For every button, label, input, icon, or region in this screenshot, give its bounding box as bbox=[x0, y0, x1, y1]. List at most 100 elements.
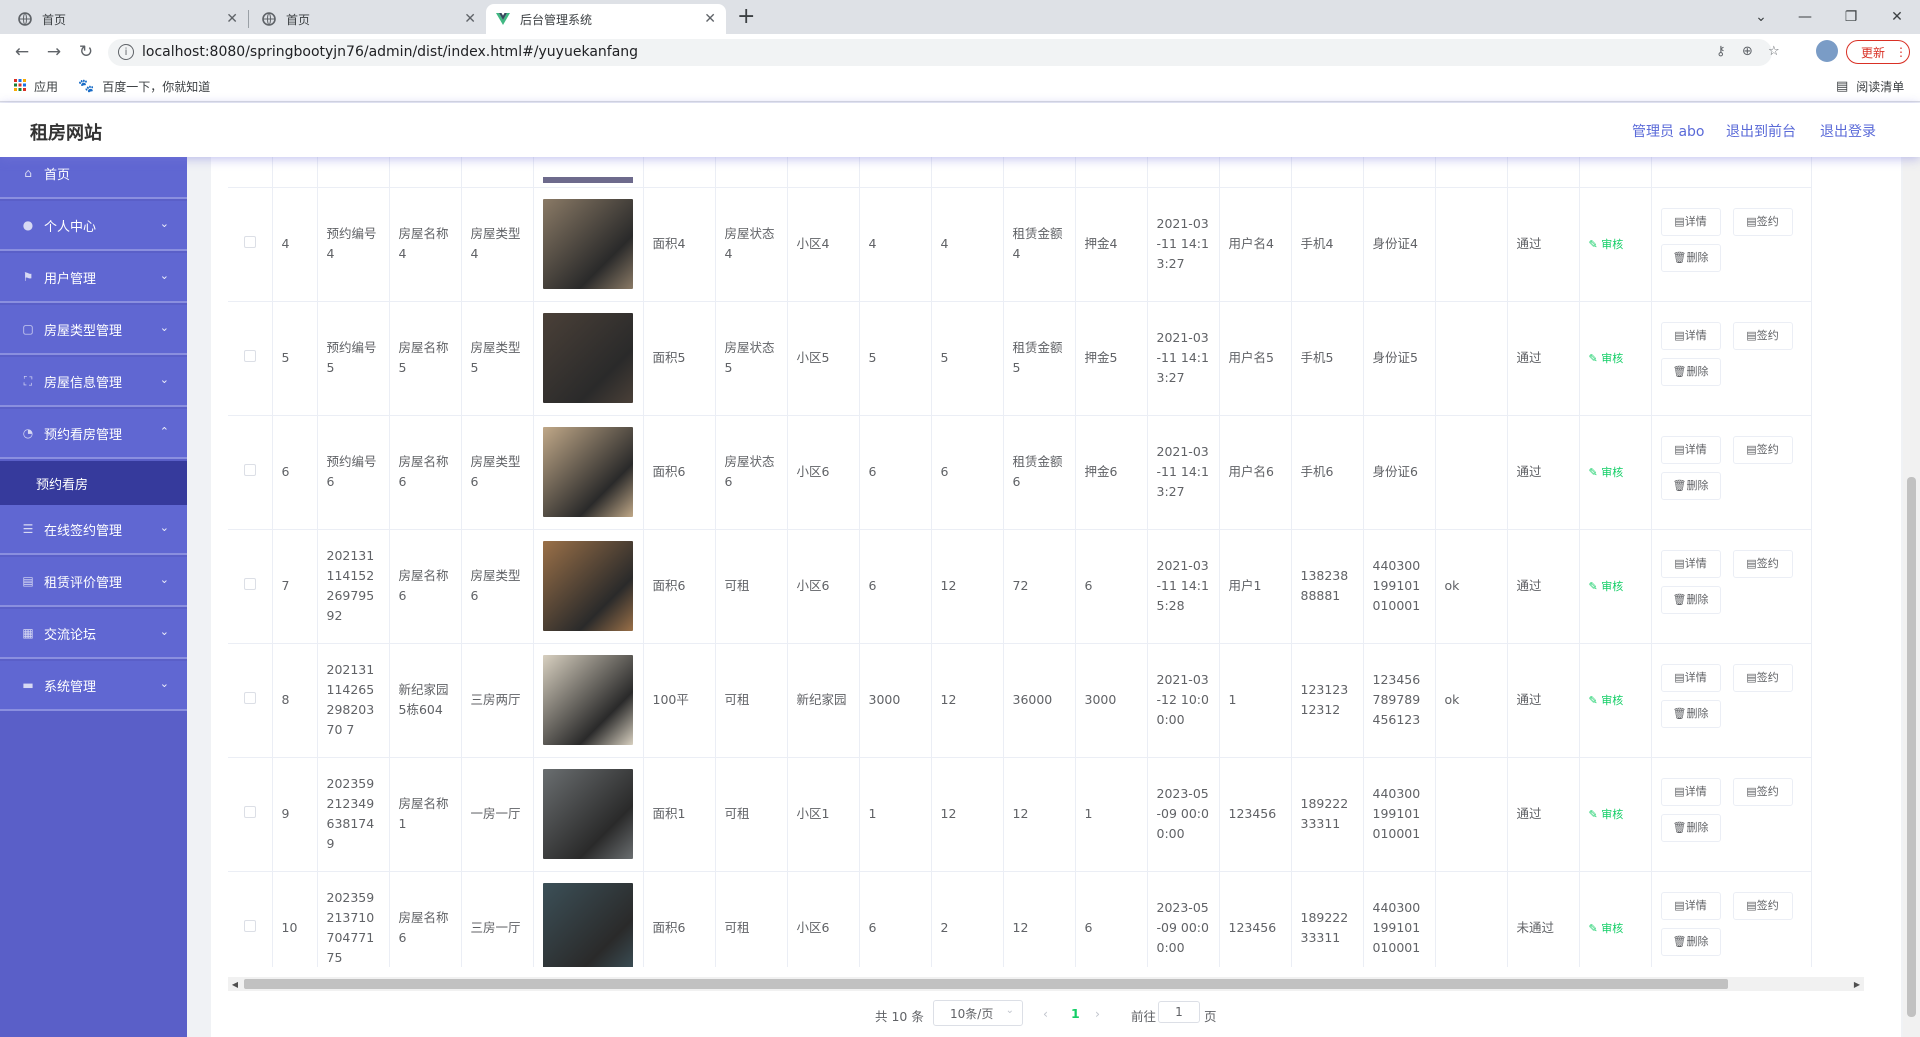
cell-a: 4 bbox=[859, 187, 932, 302]
prev-page-icon[interactable]: ‹ bbox=[1043, 1006, 1048, 1021]
update-button[interactable]: 更新 ⋮ bbox=[1846, 40, 1910, 64]
key-icon[interactable]: ⚷ bbox=[1716, 44, 1726, 59]
address-bar[interactable]: i localhost:8080/springbootyjn76/admin/d… bbox=[108, 39, 1780, 66]
row-checkbox[interactable] bbox=[243, 236, 256, 248]
cell-a: 3000 bbox=[859, 643, 932, 758]
profile-avatar[interactable] bbox=[1816, 40, 1838, 62]
detail-button[interactable]: ▤ 详情 bbox=[1660, 892, 1721, 920]
data-table: 4 预约编号4 房屋名称4 房屋类型4 面积4 房屋状态4 小区4 4 4 租赁金额4 押金4 202… bbox=[228, 157, 1878, 967]
delete-button[interactable]: 🗑 删除 bbox=[1660, 586, 1721, 614]
delete-button[interactable]: 🗑 删除 bbox=[1660, 472, 1721, 500]
close-icon[interactable]: ✕ bbox=[704, 11, 716, 27]
row-checkbox[interactable] bbox=[243, 692, 256, 704]
detail-button[interactable]: ▤ 详情 bbox=[1660, 550, 1721, 578]
cell-xiaoqu: 小区5 bbox=[787, 301, 860, 416]
delete-button[interactable]: 🗑 删除 bbox=[1660, 244, 1721, 272]
delete-button[interactable]: 🗑 删除 bbox=[1660, 928, 1721, 956]
star-icon[interactable]: ☆ bbox=[1768, 44, 1780, 59]
sidebar-item-2[interactable]: ● 个人中心 ⌄ bbox=[0, 201, 187, 251]
back-icon[interactable]: ← bbox=[8, 34, 36, 70]
sidebar-item-10[interactable]: ▬ 系统管理 ⌄ bbox=[0, 661, 187, 711]
sign-button[interactable]: ▤ 签约 bbox=[1732, 550, 1793, 578]
cell-area: 面积6 bbox=[643, 529, 716, 644]
forward-icon[interactable]: → bbox=[40, 34, 68, 70]
chevron-down-icon: ⌄ bbox=[159, 625, 169, 638]
goto-page-input[interactable]: 1 bbox=[1158, 1001, 1200, 1023]
cell-yuyue: 20213111415226979592 bbox=[317, 529, 390, 644]
audit-button[interactable]: ✎ 审核 bbox=[1589, 922, 1624, 935]
delete-button[interactable]: 🗑 删除 bbox=[1660, 358, 1721, 386]
audit-button[interactable]: ✎ 审核 bbox=[1589, 466, 1624, 479]
sign-button[interactable]: ▤ 签约 bbox=[1732, 208, 1793, 236]
admin-label[interactable]: 管理员 abo bbox=[1632, 121, 1704, 141]
cell-phone: 手机5 bbox=[1291, 301, 1364, 416]
sidebar-item-3[interactable]: ⚑ 用户管理 ⌄ bbox=[0, 253, 187, 303]
sign-button[interactable]: ▤ 签约 bbox=[1732, 778, 1793, 806]
cell-area: 面积6 bbox=[643, 871, 716, 967]
detail-button[interactable]: ▤ 详情 bbox=[1660, 436, 1721, 464]
detail-button[interactable]: ▤ 详情 bbox=[1660, 778, 1721, 806]
close-icon[interactable]: ✕ bbox=[226, 11, 238, 27]
sign-button[interactable]: ▤ 签约 bbox=[1732, 436, 1793, 464]
sidebar-subitem-active[interactable]: 预约看房 bbox=[0, 461, 187, 505]
horizontal-scrollbar[interactable]: ◀ ▶ bbox=[228, 977, 1864, 991]
bookmark-apps[interactable]: 应用 bbox=[14, 78, 58, 95]
scrollbar-thumb[interactable] bbox=[1907, 477, 1916, 1017]
page-number-current[interactable]: 1 bbox=[1071, 1006, 1080, 1021]
audit-button[interactable]: ✎ 审核 bbox=[1589, 238, 1624, 251]
sidebar-item-7[interactable]: ☰ 在线签约管理 ⌄ bbox=[0, 505, 187, 555]
row-checkbox[interactable] bbox=[243, 350, 256, 362]
browser-tab-2[interactable]: 首页 ✕ bbox=[252, 4, 486, 34]
logout-link[interactable]: 退出登录 bbox=[1820, 121, 1876, 141]
back-to-front-link[interactable]: 退出到前台 bbox=[1726, 121, 1796, 141]
row-checkbox[interactable] bbox=[243, 920, 256, 932]
minimize-button[interactable]: — bbox=[1782, 0, 1828, 34]
row-checkbox[interactable] bbox=[243, 806, 256, 818]
sort-icon: ☰ bbox=[22, 522, 34, 536]
browser-tab-1[interactable]: 首页 ✕ bbox=[8, 4, 248, 34]
cell-type: 房屋类型6 bbox=[461, 529, 534, 644]
sidebar-item-6[interactable]: ◔ 预约看房管理 ⌃ bbox=[0, 409, 187, 459]
close-icon[interactable]: ✕ bbox=[464, 11, 476, 27]
cell-deposit: 押金6 bbox=[1075, 415, 1148, 530]
info-icon[interactable]: i bbox=[118, 44, 134, 60]
audit-button[interactable]: ✎ 审核 bbox=[1589, 580, 1624, 593]
reading-list[interactable]: ▤ 阅读清单 bbox=[1836, 78, 1904, 95]
next-page-icon[interactable]: › bbox=[1095, 1006, 1100, 1021]
sidebar-item-8[interactable]: ▤ 租赁评价管理 ⌄ bbox=[0, 557, 187, 607]
reload-icon[interactable]: ↻ bbox=[72, 34, 100, 70]
sign-button[interactable]: ▤ 签约 bbox=[1732, 664, 1793, 692]
tab-search-icon[interactable]: ⌄ bbox=[1738, 0, 1784, 34]
cell-phone: 手机6 bbox=[1291, 415, 1364, 530]
window-close-button[interactable]: ✕ bbox=[1874, 0, 1920, 34]
sign-button[interactable]: ▤ 签约 bbox=[1732, 322, 1793, 350]
vertical-scrollbar[interactable] bbox=[1903, 157, 1920, 1037]
cell-status: 房屋状态6 bbox=[715, 415, 788, 530]
detail-button[interactable]: ▤ 详情 bbox=[1660, 322, 1721, 350]
scrollbar-thumb[interactable] bbox=[244, 979, 1728, 989]
sidebar-item-9[interactable]: ▦ 交流论坛 ⌄ bbox=[0, 609, 187, 659]
scroll-left-icon[interactable]: ◀ bbox=[228, 977, 242, 991]
row-checkbox[interactable] bbox=[243, 464, 256, 476]
page-size-select[interactable]: 10条/页 ⌄ bbox=[933, 1000, 1023, 1026]
sidebar-item-4[interactable]: ▢ 房屋类型管理 ⌄ bbox=[0, 305, 187, 355]
cell-name: 房屋名称1 bbox=[389, 757, 462, 872]
detail-button[interactable]: ▤ 详情 bbox=[1660, 664, 1721, 692]
delete-button[interactable]: 🗑 删除 bbox=[1660, 700, 1721, 728]
cell-user: 用户名4 bbox=[1219, 187, 1292, 302]
browser-tab-3[interactable]: 后台管理系统 ✕ bbox=[486, 4, 726, 34]
sign-button[interactable]: ▤ 签约 bbox=[1732, 892, 1793, 920]
delete-button[interactable]: 🗑 删除 bbox=[1660, 814, 1721, 842]
audit-button[interactable]: ✎ 审核 bbox=[1589, 352, 1624, 365]
audit-button[interactable]: ✎ 审核 bbox=[1589, 808, 1624, 821]
new-tab-button[interactable]: + bbox=[737, 4, 755, 30]
sidebar-item-5[interactable]: ⛶ 房屋信息管理 ⌄ bbox=[0, 357, 187, 407]
detail-button[interactable]: ▤ 详情 bbox=[1660, 208, 1721, 236]
zoom-icon[interactable]: ⊕ bbox=[1742, 44, 1753, 59]
url-text[interactable]: localhost:8080/springbootyjn76/admin/dis… bbox=[142, 44, 638, 60]
bookmark-baidu[interactable]: 🐾 百度一下，你就知道 bbox=[78, 78, 210, 95]
row-checkbox[interactable] bbox=[243, 578, 256, 590]
audit-button[interactable]: ✎ 审核 bbox=[1589, 694, 1624, 707]
scroll-right-icon[interactable]: ▶ bbox=[1850, 977, 1864, 991]
restore-button[interactable]: ❐ bbox=[1828, 0, 1874, 34]
